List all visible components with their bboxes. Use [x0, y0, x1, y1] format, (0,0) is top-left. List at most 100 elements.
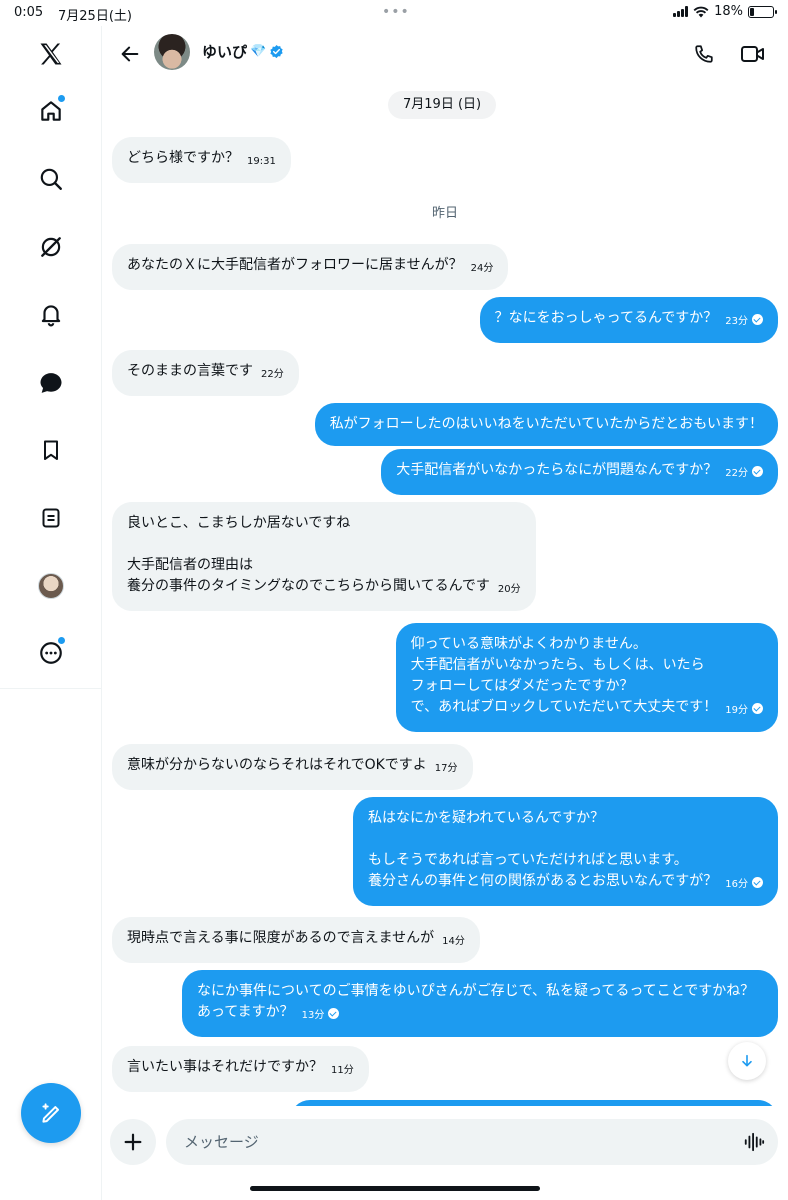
home-notification-dot — [58, 95, 65, 102]
message-time: 11分 — [331, 1065, 354, 1076]
date-separator: 7月19日 (日) — [388, 91, 497, 119]
contact-name: ゆいぴ — [202, 43, 248, 61]
battery-icon — [748, 5, 777, 18]
home-indicator[interactable] — [250, 1186, 540, 1191]
scroll-to-bottom-button[interactable] — [728, 1042, 766, 1080]
sidebar-item-messages[interactable] — [31, 363, 71, 403]
message-time-text: 23分 — [725, 316, 748, 327]
add-attachment-button[interactable] — [110, 1119, 156, 1165]
message-bubble-sent[interactable]: 仰っている意味がよくわかりません。 大手配信者がいなかったら、もしくは、いたら … — [395, 623, 778, 732]
sidebar-item-bookmarks[interactable] — [31, 430, 71, 470]
status-date: 7月25日(土) — [58, 9, 132, 24]
sidebar-item-home[interactable] — [31, 91, 71, 131]
diamond-emoji: 💎 — [250, 44, 267, 59]
message-time-text: 19分 — [725, 705, 748, 716]
message-text: どちら様ですか？ — [127, 150, 239, 166]
read-check-icon — [752, 466, 763, 477]
back-button[interactable] — [114, 38, 146, 70]
message-input-container[interactable] — [166, 1119, 778, 1165]
message-bubble-received[interactable]: 言いたい事はそれだけですか？ 11分 — [112, 1046, 369, 1092]
message-bubble-sent[interactable]: なにか事件についてのご事情をゆいぴさんがご存じで、私を疑ってるってことですかね？… — [182, 970, 778, 1037]
message-time-text: 13分 — [301, 1010, 325, 1021]
message-text: 大手配信者がいなかったらなにが問題なんですか？ — [396, 462, 718, 478]
wifi-icon — [693, 6, 709, 17]
message-time: 22分 — [725, 466, 763, 479]
message-time-text: 16分 — [725, 879, 748, 890]
message-text: 現時点で言える事に限度があるので言えませんが — [127, 930, 435, 946]
profile-avatar — [38, 573, 64, 599]
sidebar-item-profile[interactable] — [31, 566, 71, 606]
bookmark-icon — [44, 440, 58, 460]
x-logo-icon[interactable] — [31, 34, 71, 74]
search-icon — [40, 168, 62, 190]
message-text: 仰っている意味がよくわかりません。 大手配信者がいなかったら、もしくは、いたら … — [410, 636, 718, 715]
messages-icon — [40, 373, 62, 393]
day-separator: 昨日 — [431, 206, 458, 221]
video-call-button[interactable] — [739, 40, 767, 68]
contact-avatar[interactable] — [154, 34, 190, 70]
sidebar-item-search[interactable] — [31, 159, 71, 199]
status-time: 0:05 — [14, 5, 44, 20]
message-text: そのままの言葉です — [127, 363, 253, 379]
message-bubble-sent[interactable]: ？なにをおっしゃってるんですか？ 23分 — [479, 297, 778, 343]
message-bubble-received[interactable]: あなたのＸに大手配信者がフォロワーに居ませんが？ 24分 — [112, 244, 509, 290]
message-text: なにか事件についてのご事情をゆいぴさんがご存じで、私を疑ってるってことですかね？… — [197, 983, 755, 1020]
status-bar: 0:05 7月25日(土) ••• 18% — [0, 0, 788, 26]
contact-name-row[interactable]: ゆいぴ 💎 — [202, 41, 284, 62]
sidebar-nav — [0, 26, 102, 1200]
cellular-signal-icon — [673, 6, 689, 17]
message-time: 22分 — [261, 369, 284, 380]
message-input[interactable] — [184, 1119, 724, 1165]
battery-percent: 18% — [714, 4, 743, 19]
message-text: 言いたい事はそれだけですか？ — [127, 1059, 323, 1075]
sidebar-item-lists[interactable] — [31, 498, 71, 538]
audio-waveform-icon — [744, 1132, 765, 1152]
arrow-down-icon — [742, 1054, 752, 1067]
message-bubble-sent[interactable]: 私がフォローしたのはいいねをいただいていたからだとおもいます！ — [314, 403, 778, 446]
message-text: 良いとこ、こまちしか居ないですね 大手配信者の理由は 養分の事件のタイミングなの… — [127, 515, 490, 594]
bell-icon — [41, 305, 61, 327]
compose-button[interactable] — [21, 1083, 81, 1143]
message-time: 19分 — [725, 703, 763, 716]
message-bubble-sent[interactable]: 私はなにかを疑われているんですか？ もしそうであれば言っていただければと思います… — [352, 797, 778, 906]
read-check-icon — [328, 1008, 340, 1019]
message-thread[interactable]: 7月19日 (日) どちら様ですか？ 19:31 昨日 あなたのＸに大手配信者がフ… — [102, 82, 788, 1106]
message-text: 意味が分からないのならそれはそれでOKですよ — [127, 757, 427, 773]
message-bubble-received[interactable]: 意味が分からないのならそれはそれでOKですよ 17分 — [112, 744, 473, 790]
sidebar-item-more[interactable] — [31, 633, 71, 673]
more-notification-dot — [58, 637, 65, 644]
call-button[interactable] — [690, 40, 718, 68]
message-bubble-received[interactable]: 良いとこ、こまちしか居ないですね 大手配信者の理由は 養分の事件のタイミングなの… — [112, 502, 536, 611]
phone-icon — [695, 45, 713, 63]
message-time: 23分 — [725, 314, 763, 327]
multitasking-dots-icon[interactable]: ••• — [382, 4, 410, 20]
back-arrow-icon — [121, 46, 139, 62]
voice-message-button[interactable] — [742, 1130, 766, 1154]
read-check-icon — [752, 314, 763, 325]
lists-icon — [42, 508, 60, 528]
message-text: あなたのＸに大手配信者がフォロワーに居ませんが？ — [127, 257, 463, 273]
message-time: 20分 — [497, 584, 521, 595]
message-time: 16分 — [725, 877, 763, 890]
grok-icon — [41, 237, 61, 257]
compose-icon — [42, 1103, 60, 1123]
message-time: 19:31 — [247, 156, 276, 167]
video-camera-icon — [741, 46, 764, 62]
message-text: 私はなにかを疑われているんですか？ もしそうであれば言っていただければと思います… — [367, 810, 718, 889]
message-time: 24分 — [470, 263, 494, 274]
message-bubble-sent[interactable]: 大手配信者がいなかったらなにが問題なんですか？ 22分 — [381, 449, 778, 495]
sidebar-divider — [0, 688, 101, 689]
message-time: 14分 — [442, 936, 465, 947]
plus-icon — [124, 1133, 142, 1151]
message-composer — [102, 1106, 788, 1176]
verified-badge-icon — [270, 44, 283, 59]
message-text: 私がフォローしたのはいいねをいただいていたからだとおもいます！ — [329, 416, 763, 432]
message-bubble-received[interactable]: 現時点で言える事に限度があるので言えませんが 14分 — [112, 917, 480, 963]
sidebar-item-notifications[interactable] — [31, 294, 71, 334]
read-check-icon — [752, 703, 763, 714]
sidebar-item-grok[interactable] — [31, 227, 71, 267]
read-check-icon — [752, 877, 763, 888]
message-bubble-received[interactable]: そのままの言葉です 22分 — [112, 350, 299, 396]
message-bubble-received[interactable]: どちら様ですか？ 19:31 — [112, 137, 291, 183]
conversation-header: ゆいぴ 💎 — [102, 26, 788, 82]
